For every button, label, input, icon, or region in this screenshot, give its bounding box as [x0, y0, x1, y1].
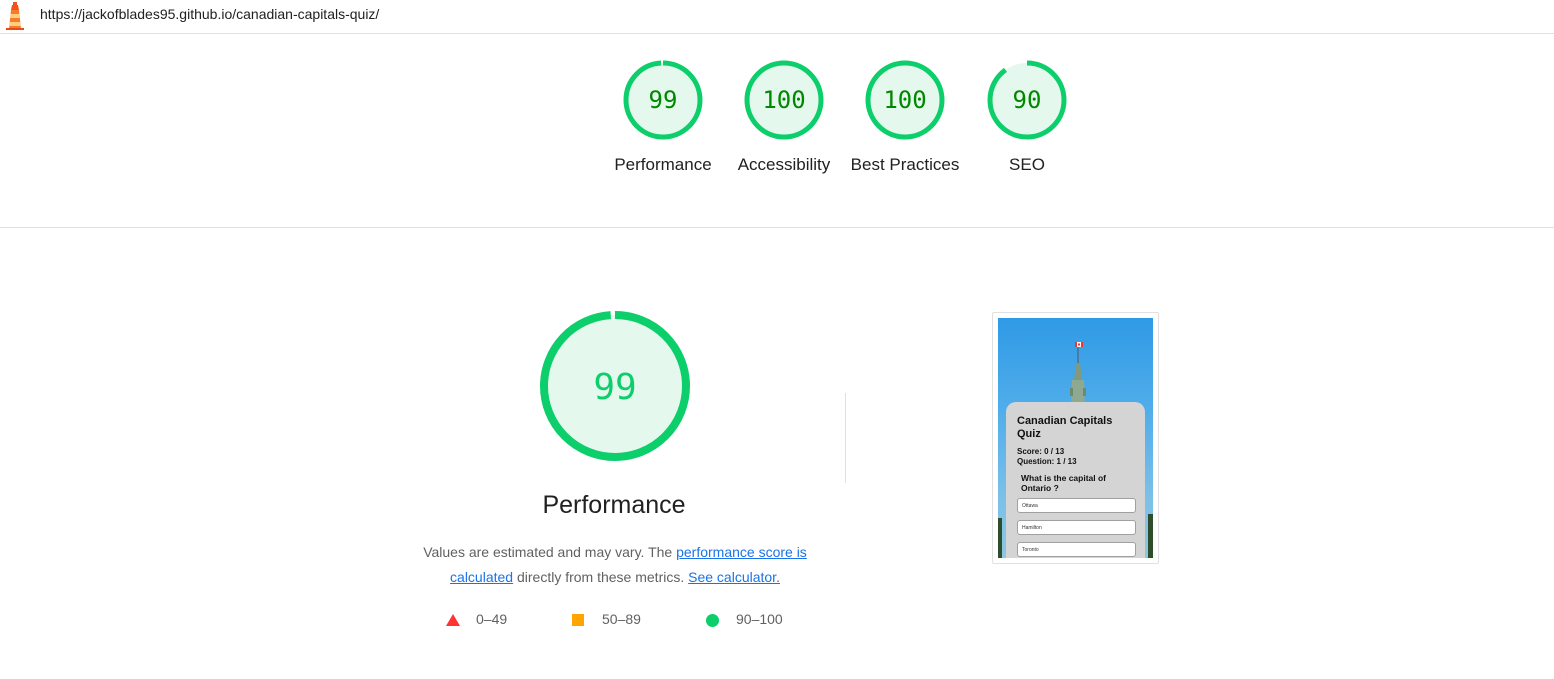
quiz-option: Hamilton — [1017, 520, 1136, 535]
performance-description: Values are estimated and may vary. The p… — [410, 540, 820, 590]
gauge-best-practices[interactable]: 100 Best Practices — [845, 58, 965, 177]
scale-range: 0–49 — [476, 611, 508, 627]
circle-icon — [706, 614, 719, 627]
gauge-label: Best Practices — [850, 155, 960, 174]
page-url[interactable]: https://jackofblades95.github.io/canadia… — [40, 6, 379, 22]
quiz-score: Score: 0 / 13 — [1017, 447, 1065, 456]
performance-score: 99 — [593, 367, 636, 408]
gauge-label: Performance — [614, 155, 712, 174]
square-icon — [572, 614, 584, 626]
triangle-icon — [446, 614, 460, 626]
desc-text: Values are estimated and may vary. The — [423, 544, 677, 560]
gauge-label: SEO — [1009, 155, 1045, 174]
performance-gauge: 99 — [540, 311, 690, 461]
gauge-score: 99 — [649, 86, 678, 114]
category-gauges: 99 Performance 100 Accessibility 100 Bes… — [0, 58, 1554, 228]
gauge-accessibility[interactable]: 100 Accessibility — [724, 58, 844, 177]
gauge-score: 100 — [762, 86, 805, 114]
quiz-option: Ottawa — [1017, 498, 1136, 513]
screenshot-image: Canadian Capitals Quiz Score: 0 / 13 Que… — [998, 318, 1153, 558]
url-bar: https://jackofblades95.github.io/canadia… — [0, 0, 1554, 34]
gauge-ring: 100 — [865, 60, 945, 140]
section-divider — [845, 393, 846, 483]
quiz-title: Canadian Capitals Quiz — [1017, 415, 1113, 440]
gauge-ring: 90 — [987, 60, 1067, 140]
quiz-question-count: Question: 1 / 13 — [1017, 457, 1077, 466]
gauge-label: Accessibility — [737, 155, 831, 174]
desc-text: directly from these metrics. — [513, 569, 689, 585]
scale-range: 50–89 — [602, 611, 641, 627]
final-screenshot[interactable]: Canadian Capitals Quiz Score: 0 / 13 Que… — [992, 312, 1159, 564]
quiz-option: Toronto — [1017, 542, 1136, 557]
performance-title: Performance — [542, 491, 686, 519]
quiz-card: Canadian Capitals Quiz Score: 0 / 13 Que… — [1006, 402, 1145, 558]
lighthouse-logo-icon — [6, 2, 24, 30]
gauge-seo[interactable]: 90 SEO — [967, 58, 1087, 177]
scale-range: 90–100 — [736, 611, 783, 627]
gauge-performance[interactable]: 99 Performance — [603, 58, 723, 177]
gauge-ring: 99 — [623, 60, 703, 140]
quiz-question: What is the capital of Ontario ? — [1021, 473, 1107, 493]
see-calculator-link[interactable]: See calculator. — [688, 569, 780, 585]
gauge-score: 90 — [1013, 86, 1042, 114]
gauge-score: 100 — [883, 86, 926, 114]
gauge-ring: 100 — [744, 60, 824, 140]
